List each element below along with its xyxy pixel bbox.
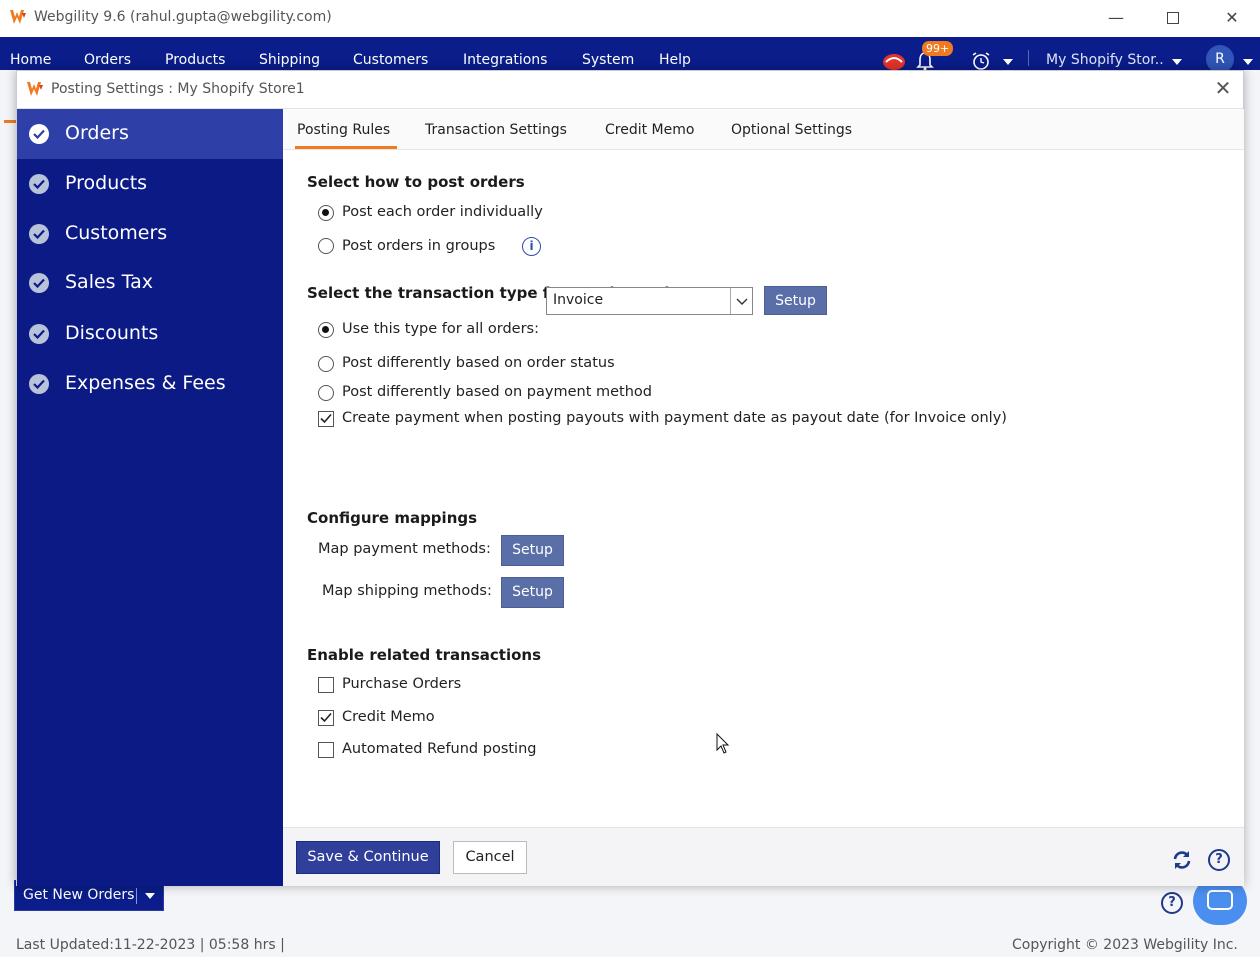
dialog-title: Posting Settings : My Shopify Store1 [51, 81, 305, 97]
avatar[interactable]: R [1206, 45, 1234, 73]
radio-order-status[interactable] [318, 356, 334, 372]
post-in-groups-label: Post orders in groups [342, 238, 496, 254]
avatar-chevron-down-icon[interactable] [1243, 59, 1253, 65]
posting-settings-dialog: Posting Settings : My Shopify Store1 ✕ O… [16, 70, 1244, 886]
checkbox-credit-memo[interactable] [318, 710, 334, 726]
close-window-icon[interactable]: ✕ [1217, 6, 1247, 30]
chevron-down-icon[interactable] [730, 288, 752, 314]
menu-system[interactable]: System [582, 52, 634, 68]
sidebar-item-discounts[interactable]: Discounts [17, 309, 283, 359]
notification-badge: 99+ [922, 41, 954, 56]
sidebar-item-sales-tax[interactable]: Sales Tax [17, 258, 283, 308]
minimize-icon[interactable]: — [1101, 6, 1131, 30]
related-transactions-heading: Enable related transactions [307, 646, 541, 664]
tab-posting-rules[interactable]: Posting Rules [297, 122, 390, 138]
sidebar-item-label: Expenses & Fees [65, 372, 226, 394]
last-updated-status: Last Updated:11-22-2023 | 05:58 hrs | [16, 937, 285, 953]
maximize-icon[interactable] [1158, 6, 1188, 30]
mouse-cursor-icon [716, 733, 730, 754]
copyright-text: Copyright © 2023 Webgility Inc. [1012, 937, 1238, 953]
help-icon[interactable]: ? [1161, 892, 1183, 914]
webgility-logo-icon [10, 10, 26, 24]
transaction-type-value: Invoice [553, 292, 604, 308]
cancel-button[interactable]: Cancel [453, 841, 527, 874]
tab-optional-settings[interactable]: Optional Settings [731, 122, 852, 138]
map-payment-label: Map payment methods: [318, 541, 491, 557]
use-type-label: Use this type for all orders: [342, 321, 539, 337]
menu-customers[interactable]: Customers [353, 52, 428, 68]
checkbox-automated-refund[interactable] [318, 742, 334, 758]
button-divider [136, 888, 137, 904]
map-shipping-label: Map shipping methods: [322, 583, 492, 599]
close-dialog-icon[interactable]: ✕ [1211, 76, 1235, 100]
radio-use-type-all-orders[interactable] [318, 322, 334, 338]
tab-credit-memo[interactable]: Credit Memo [605, 122, 694, 138]
mappings-heading: Configure mappings [307, 509, 478, 527]
window-title-bar: Webgility 9.6 (rahul.gupta@webgility.com… [0, 0, 1260, 37]
automated-refund-label: Automated Refund posting [342, 741, 537, 757]
post-orders-heading: Select how to post orders [307, 173, 525, 191]
sidebar-item-label: Orders [65, 122, 129, 144]
radio-payment-method[interactable] [318, 385, 334, 401]
check-circle-icon [29, 124, 49, 144]
active-tab-indicator [295, 146, 397, 149]
radio-post-individually[interactable] [318, 205, 334, 221]
check-circle-icon [29, 273, 49, 293]
sidebar-item-customers[interactable]: Customers [17, 209, 283, 259]
sidebar-item-label: Products [65, 172, 148, 194]
sidebar-item-label: Sales Tax [65, 271, 153, 293]
post-individually-label: Post each order individually [342, 204, 543, 220]
order-status-label: Post differently based on order status [342, 355, 615, 371]
settings-sidebar: Orders Products Customers Sales Tax Disc… [17, 109, 283, 886]
payment-method-label: Post differently based on payment method [342, 384, 652, 400]
sidebar-item-expenses-fees[interactable]: Expenses & Fees [17, 359, 283, 409]
check-circle-icon [29, 324, 49, 344]
store-selector[interactable]: My Shopify Stor.. [1046, 52, 1164, 68]
chevron-down-icon[interactable] [1003, 59, 1013, 65]
sidebar-item-label: Discounts [65, 322, 159, 344]
settings-content: Posting Rules Transaction Settings Credi… [283, 109, 1244, 886]
window-title: Webgility 9.6 (rahul.gupta@webgility.com… [34, 9, 332, 25]
chevron-down-icon[interactable] [145, 893, 155, 899]
info-icon[interactable]: i [522, 237, 541, 256]
menubar-divider [1028, 50, 1029, 66]
sidebar-item-label: Customers [65, 222, 168, 244]
radio-post-in-groups[interactable] [318, 238, 334, 254]
menu-integrations[interactable]: Integrations [463, 52, 547, 68]
check-circle-icon [29, 224, 49, 244]
check-circle-icon [29, 174, 49, 194]
map-payment-setup-button[interactable]: Setup [501, 535, 564, 566]
help-icon[interactable]: ? [1208, 849, 1230, 871]
transaction-type-select[interactable]: Invoice [546, 287, 753, 315]
dialog-title-bar: Posting Settings : My Shopify Store1 ✕ [17, 71, 1243, 109]
refresh-icon[interactable] [1171, 849, 1193, 871]
dialog-footer: Save & Continue Cancel ? [283, 827, 1244, 886]
purchase-orders-label: Purchase Orders [342, 676, 462, 692]
webgility-logo-icon [27, 82, 43, 96]
save-continue-button[interactable]: Save & Continue [296, 841, 440, 874]
menu-home[interactable]: Home [10, 52, 51, 68]
checkbox-purchase-orders[interactable] [318, 677, 334, 693]
check-circle-icon [29, 374, 49, 394]
sidebar-item-orders[interactable]: Orders [17, 109, 283, 159]
alarm-clock-icon[interactable] [970, 51, 994, 71]
get-new-orders-label: Get New Orders [23, 887, 135, 903]
create-payment-label: Create payment when posting payouts with… [342, 410, 1007, 426]
settings-tabs: Posting Rules Transaction Settings Credi… [283, 109, 1244, 150]
gift-icon[interactable] [882, 50, 906, 70]
store-chevron-down-icon[interactable] [1172, 59, 1182, 65]
app-menubar: Home Orders Products Shipping Customers … [0, 37, 1260, 73]
menu-help[interactable]: Help [659, 52, 691, 68]
menu-orders[interactable]: Orders [84, 52, 131, 68]
sidebar-item-products[interactable]: Products [17, 159, 283, 209]
transaction-setup-button[interactable]: Setup [764, 286, 827, 315]
menu-shipping[interactable]: Shipping [259, 52, 320, 68]
map-shipping-setup-button[interactable]: Setup [501, 577, 564, 608]
checkbox-create-payment[interactable] [318, 411, 334, 427]
credit-memo-label: Credit Memo [342, 709, 435, 725]
menu-products[interactable]: Products [165, 52, 225, 68]
tab-transaction-settings[interactable]: Transaction Settings [425, 122, 567, 138]
